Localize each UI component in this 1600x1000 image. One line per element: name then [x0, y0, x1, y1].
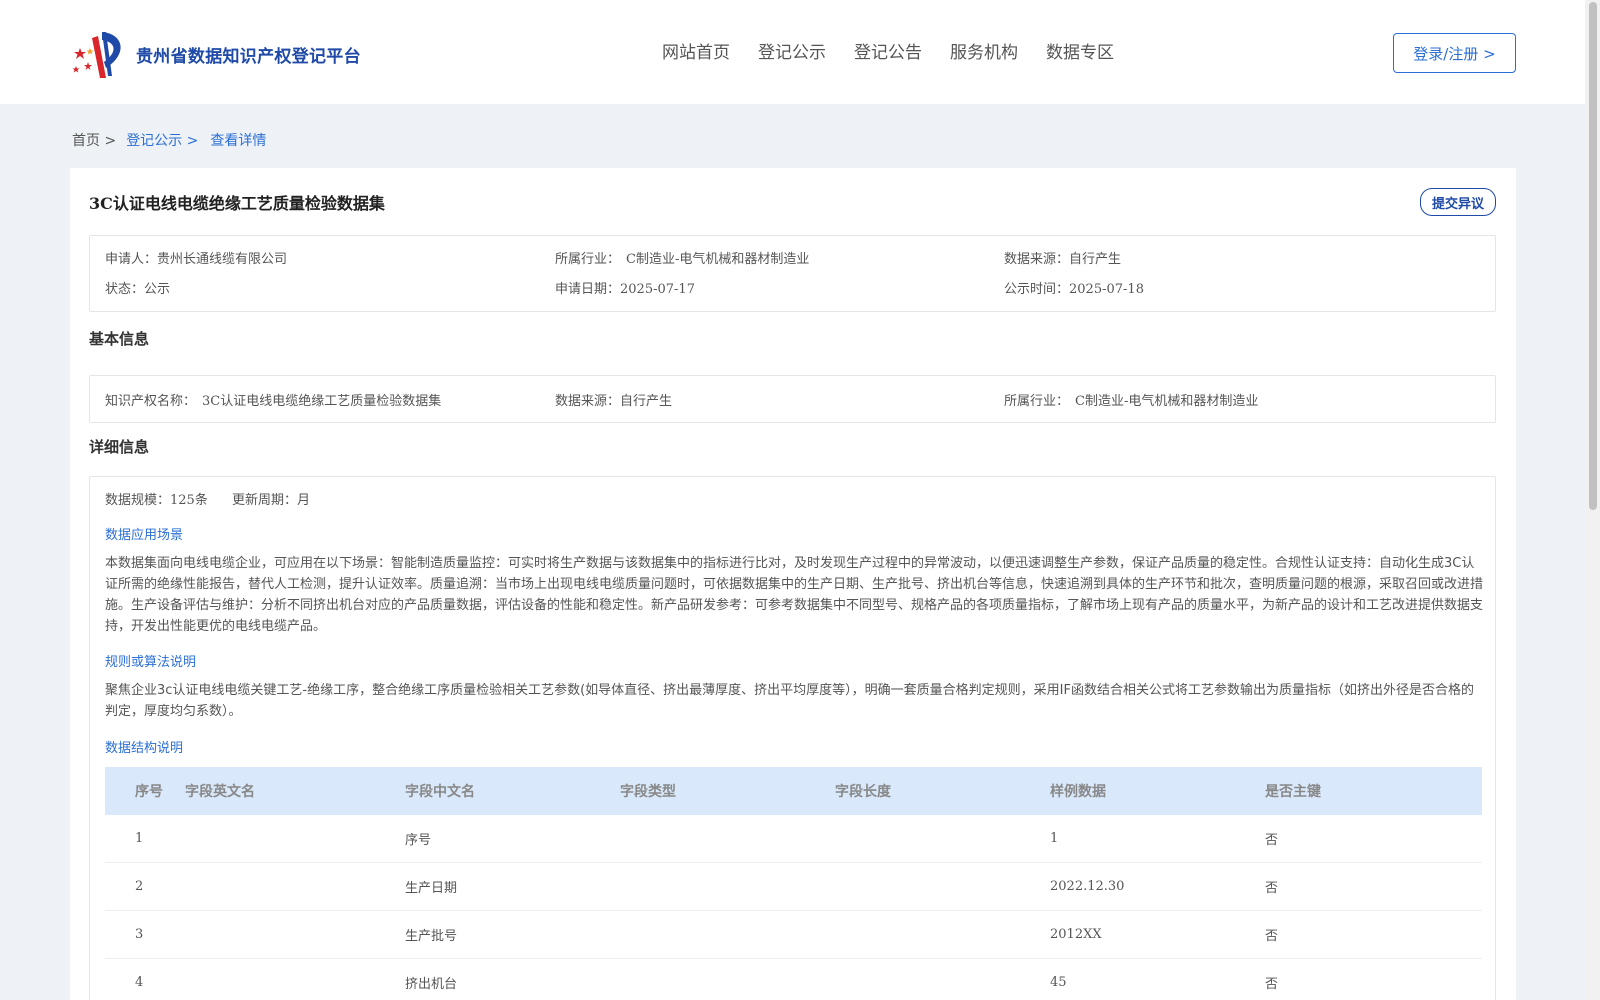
cell-sample: 1	[1050, 831, 1059, 846]
record-title: 3C认证电线电缆绝缘工艺质量检验数据集	[89, 194, 385, 213]
scrollbar-thumb[interactable]	[1589, 2, 1597, 510]
detail-info-heading: 详细信息	[89, 438, 150, 456]
cell-primary-key: 否	[1265, 929, 1279, 944]
cell-index: 4	[135, 975, 144, 990]
detail-card: 3C认证电线电缆绝缘工艺质量检验数据集 提交异议 申请人：贵州长通线缆有限公司 …	[70, 168, 1516, 1000]
table-header: 序号 字段英文名 字段中文名 字段类型 字段长度 样例数据 是否主键	[105, 767, 1482, 815]
publish-date-field: 公示时间：2025-07-18	[1004, 282, 1144, 297]
cell-sample: 45	[1050, 975, 1067, 990]
nav-item-home[interactable]: 网站首页	[662, 38, 730, 63]
breadcrumb-home[interactable]: 首页 >	[72, 130, 116, 150]
col-header-cn-name: 字段中文名	[405, 784, 475, 800]
cell-sample: 2012XX	[1050, 927, 1102, 942]
main-nav: 网站首页 登记公示 登记公告 服务机构 数据专区	[662, 38, 1142, 63]
nav-item-data-zone[interactable]: 数据专区	[1046, 38, 1114, 63]
cell-cn-name: 生产日期	[405, 881, 458, 896]
rule-text: 聚焦企业3c认证电线电缆关键工艺-绝缘工序，整合绝缘工序质量检验相关工艺参数(如…	[105, 683, 1474, 719]
cell-cn-name: 生产批号	[405, 929, 458, 944]
detail-info-box: 数据规模：125条 更新周期：月 数据应用场景 本数据集面向电线电缆企业，可应用…	[89, 476, 1496, 1000]
page-scrollbar[interactable]	[1585, 0, 1600, 1000]
col-header-primary-key: 是否主键	[1265, 784, 1321, 800]
data-structure-table: 序号 字段英文名 字段中文名 字段类型 字段长度 样例数据 是否主键 1 序号 …	[105, 767, 1482, 1000]
col-header-en-name: 字段英文名	[185, 784, 255, 800]
site-header: 贵州省数据知识产权登记平台 网站首页 登记公示 登记公告 服务机构 数据专区 登…	[0, 0, 1585, 104]
nav-item-registration-notice[interactable]: 登记公告	[854, 38, 922, 63]
ip-name-field: 知识产权名称： 3C认证电线电缆绝缘工艺质量检验数据集	[105, 394, 442, 409]
col-header-type: 字段类型	[620, 784, 676, 800]
industry-field: 所属行业： C制造业-电气机械和器材制造业	[555, 252, 810, 267]
table-row: 4 挤出机台 45 否	[105, 959, 1482, 1000]
cell-index: 1	[135, 831, 144, 846]
cell-primary-key: 否	[1265, 977, 1279, 992]
site-title: 贵州省数据知识产权登记平台	[136, 46, 361, 67]
cell-cn-name: 序号	[405, 833, 432, 848]
table-row: 3 生产批号 2012XX 否	[105, 911, 1482, 959]
breadcrumb: 首页 > 登记公示 > 查看详情	[72, 130, 272, 150]
logo-mark-icon	[72, 32, 121, 78]
basic-industry-field: 所属行业： C制造业-电气机械和器材制造业	[1004, 394, 1259, 409]
cell-primary-key: 否	[1265, 881, 1279, 896]
breadcrumb-section[interactable]: 登记公示 >	[126, 130, 198, 150]
cell-index: 2	[135, 879, 144, 894]
scenario-heading: 数据应用场景	[105, 528, 184, 543]
source-field: 数据来源：自行产生	[1004, 252, 1122, 267]
breadcrumb-current: 查看详情	[210, 133, 267, 149]
cell-cn-name: 挤出机台	[405, 977, 458, 992]
data-scale-field: 数据规模：125条 更新周期：月	[105, 493, 311, 508]
col-header-sample: 样例数据	[1050, 784, 1106, 800]
basic-source-field: 数据来源：自行产生	[555, 394, 673, 409]
nav-item-registration-public[interactable]: 登记公示	[758, 38, 826, 63]
status-field: 状态：公示	[105, 282, 171, 297]
nav-item-service-agency[interactable]: 服务机构	[950, 38, 1018, 63]
scenario-text: 本数据集面向电线电缆企业，可应用在以下场景：智能制造质量监控：可实时将生产数据与…	[105, 556, 1484, 634]
rule-heading: 规则或算法说明	[105, 655, 197, 670]
col-header-length: 字段长度	[835, 784, 891, 800]
summary-box: 申请人：贵州长通线缆有限公司 所属行业： C制造业-电气机械和器材制造业 数据来源…	[89, 235, 1496, 312]
cell-primary-key: 否	[1265, 833, 1279, 848]
basic-info-heading: 基本信息	[89, 330, 150, 348]
basic-info-box: 知识产权名称： 3C认证电线电缆绝缘工艺质量检验数据集 数据来源：自行产生 所属行…	[89, 375, 1496, 423]
col-header-index: 序号	[135, 784, 163, 800]
apply-date-field: 申请日期：2025-07-17	[555, 282, 695, 297]
table-row: 1 序号 1 否	[105, 815, 1482, 863]
structure-heading: 数据结构说明	[105, 741, 184, 756]
applicant-field: 申请人：贵州长通线缆有限公司	[105, 252, 288, 267]
cell-index: 3	[135, 927, 144, 942]
submit-objection-button[interactable]: 提交异议	[1420, 188, 1496, 216]
cell-sample: 2022.12.30	[1050, 879, 1125, 894]
login-register-button[interactable]: 登录/注册 >	[1393, 33, 1516, 73]
table-row: 2 生产日期 2022.12.30 否	[105, 863, 1482, 911]
site-logo[interactable]: 贵州省数据知识产权登记平台	[72, 28, 361, 78]
